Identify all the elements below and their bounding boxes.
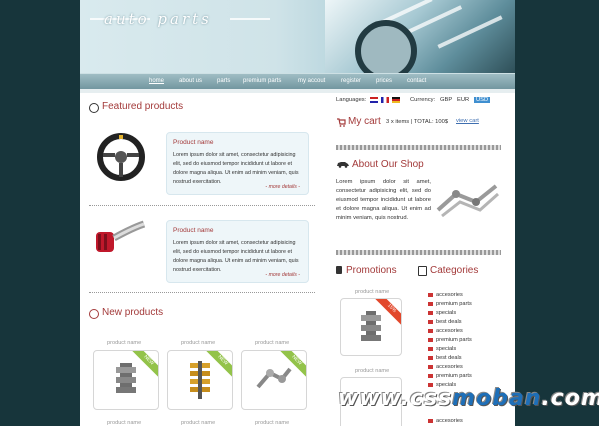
category-item[interactable]: premium parts — [428, 337, 472, 343]
promotions-icon — [336, 266, 342, 274]
currency-usd[interactable]: USD — [474, 97, 491, 103]
nav-my-account[interactable]: my accout — [298, 78, 325, 84]
new-product-card[interactable]: NEW — [93, 350, 159, 410]
new-product-card[interactable]: NEW — [167, 350, 233, 410]
air-filter-image[interactable] — [94, 218, 148, 260]
promo-product-label[interactable]: product name — [355, 289, 389, 295]
site-logo[interactable]: auto parts — [104, 10, 212, 28]
flag-en-icon[interactable] — [370, 97, 378, 103]
category-item[interactable]: premium parts — [428, 301, 472, 307]
more-details-link[interactable]: - more details - — [265, 184, 300, 190]
cart-icon — [337, 118, 346, 127]
new-product-label[interactable]: product name — [255, 340, 289, 346]
gearbox-image — [116, 363, 136, 393]
new-products-icon — [89, 309, 99, 319]
promo-product-label[interactable]: product name — [355, 368, 389, 374]
category-item[interactable]: specials — [428, 310, 456, 316]
divider — [89, 292, 315, 293]
logo-wing-right — [230, 18, 270, 20]
product-name[interactable]: Product name — [173, 227, 213, 234]
flag-de-icon[interactable] — [392, 97, 400, 103]
steering-wheel-image[interactable] — [95, 133, 147, 181]
car-hero-image — [325, 0, 515, 73]
nav-premium-parts[interactable]: premium parts — [243, 78, 281, 84]
category-item[interactable]: premium parts — [428, 373, 472, 379]
promotions-title: Promotions — [346, 265, 397, 276]
product-card-2: Product name Lorem ipsum dolor sit amet,… — [166, 220, 309, 283]
new-product-label[interactable]: product name — [181, 420, 215, 426]
product-card-1: Product name Lorem ipsum dolor sit amet,… — [166, 132, 309, 195]
category-item[interactable]: accesories — [428, 292, 463, 298]
more-details-link[interactable]: - more details - — [265, 272, 300, 278]
about-text: Lorem ipsum dolor sit amet, consectetur … — [336, 179, 431, 221]
view-cart-link[interactable]: view cart — [456, 118, 479, 124]
currency-gbp[interactable]: GBP — [440, 97, 452, 103]
new-product-label[interactable]: product name — [181, 340, 215, 346]
currency-eur[interactable]: EUR — [457, 97, 469, 103]
product-name[interactable]: Product name — [173, 139, 213, 146]
nav-shadow — [80, 89, 515, 93]
wheel-icon — [355, 20, 417, 73]
divider — [89, 205, 315, 206]
new-product-card[interactable]: NEW — [241, 350, 307, 410]
featured-title: Featured products — [102, 101, 184, 112]
car-icon — [337, 162, 349, 168]
category-item[interactable]: best deals — [428, 355, 462, 361]
category-item[interactable]: specials — [428, 346, 456, 352]
spring-image — [190, 361, 210, 399]
nav-about-us[interactable]: about us — [179, 78, 202, 84]
nav-home[interactable]: home — [149, 78, 164, 84]
watermark: www.cssmoban.com — [338, 386, 599, 411]
categories-icon — [418, 266, 427, 276]
page: auto parts home about us parts premium p… — [80, 0, 515, 426]
category-item[interactable]: accesories — [428, 364, 463, 370]
categories-title: Categories — [430, 265, 479, 276]
exhaust-image — [256, 367, 292, 389]
nav-register[interactable]: register — [341, 78, 361, 84]
nav-contact[interactable]: contact — [407, 78, 426, 84]
about-title: About Our Shop — [352, 159, 424, 170]
cart-summary: 3 x items | TOTAL: 100$ — [386, 119, 449, 125]
cart-title: My cart — [348, 116, 381, 127]
new-products-title: New products — [102, 307, 164, 318]
separator-strip — [336, 145, 501, 150]
featured-icon — [89, 103, 99, 113]
product-description: Lorem ipsum dolor sit amet, consectetur … — [173, 240, 299, 273]
nav-parts[interactable]: parts — [217, 78, 230, 84]
separator-strip — [336, 250, 501, 255]
main-nav: home about us parts premium parts my acc… — [80, 73, 515, 90]
languages-label: Languages: — [336, 97, 367, 103]
product-description: Lorem ipsum dolor sit amet, consectetur … — [173, 152, 299, 185]
flag-fr-icon[interactable] — [381, 97, 389, 103]
exhaust-kit-image — [436, 184, 499, 218]
new-product-label[interactable]: product name — [255, 420, 289, 426]
category-item[interactable]: best deals — [428, 319, 462, 325]
new-product-label[interactable]: product name — [107, 340, 141, 346]
category-item[interactable]: accesories — [428, 418, 463, 424]
currency-label: Currency: — [410, 97, 436, 103]
new-product-label[interactable]: product name — [107, 420, 141, 426]
promo-product-card[interactable]: 15% — [340, 298, 402, 356]
nav-prices[interactable]: prices — [376, 78, 392, 84]
gearbox-image — [361, 311, 381, 341]
category-item[interactable]: accesories — [428, 328, 463, 334]
header-banner: auto parts — [80, 0, 515, 73]
